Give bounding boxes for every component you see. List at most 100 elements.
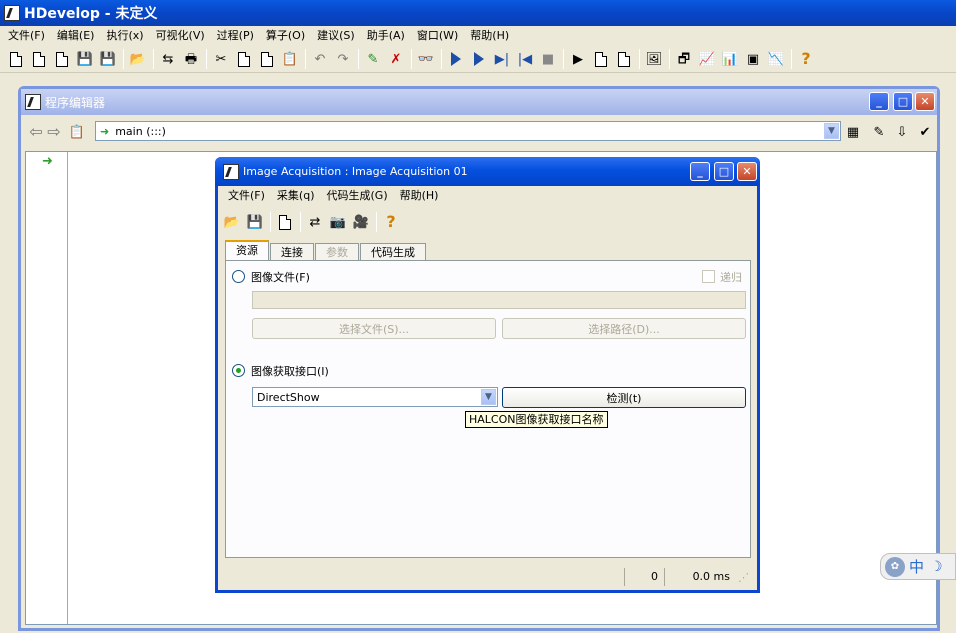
snap-camera-icon[interactable]: 📷 <box>328 212 348 232</box>
dialog-menu-codegen[interactable]: 代码生成(G) <box>321 187 394 205</box>
open-program-icon[interactable] <box>29 49 49 69</box>
close-button[interactable]: ✕ <box>915 92 935 111</box>
menu-edit[interactable]: 编辑(E) <box>51 27 101 45</box>
image-files-input[interactable] <box>252 291 746 309</box>
help-icon[interactable]: ? <box>796 49 816 69</box>
main-menubar: 文件(F) 编辑(E) 执行(x) 可视化(V) 过程(P) 算子(O) 建议(… <box>0 26 956 46</box>
image-info-icon[interactable]: 🗗 <box>674 49 694 69</box>
tab-connection[interactable]: 连接 <box>270 243 314 261</box>
choose-file-button[interactable]: 选择文件(S)... <box>252 318 496 339</box>
new-graphics-window-icon[interactable]: 🖼 <box>644 49 664 69</box>
save-icon[interactable]: 💾 <box>245 212 265 232</box>
chevron-down-icon[interactable]: ▼ <box>824 123 839 139</box>
menu-assistants[interactable]: 助手(A) <box>361 27 411 45</box>
menu-help[interactable]: 帮助(H) <box>464 27 515 45</box>
toolbar-separator <box>669 49 670 69</box>
dialog-close-button[interactable]: ✕ <box>737 162 757 181</box>
zoom-window-icon[interactable]: ▣ <box>743 49 763 69</box>
resources-panel: 图像文件(F) 递归 选择文件(S)... 选择路径(D)... 图像获取接口(… <box>225 260 751 558</box>
ime-moon-icon[interactable]: ☽ <box>930 559 943 575</box>
status-time: 0.0 ms <box>664 568 736 586</box>
menu-operators[interactable]: 算子(O) <box>260 27 311 45</box>
step-out-icon[interactable] <box>591 49 611 69</box>
calendar-icon[interactable]: ▦ <box>843 122 863 142</box>
acq-interface-radio[interactable] <box>232 364 245 377</box>
choose-path-button[interactable]: 选择路径(D)... <box>502 318 746 339</box>
export-icon[interactable]: ⇆ <box>158 49 178 69</box>
tab-resources[interactable]: 资源 <box>225 240 269 261</box>
interface-value: DirectShow <box>257 390 320 404</box>
find-icon[interactable]: 👓 <box>416 49 436 69</box>
hdevelop-app-icon <box>4 5 20 21</box>
menu-window[interactable]: 窗口(W) <box>411 27 464 45</box>
run-icon[interactable] <box>446 49 466 69</box>
tab-parameters[interactable]: 参数 <box>315 243 359 261</box>
copy-icon[interactable] <box>234 49 254 69</box>
save-all-icon[interactable]: 💾 <box>98 49 118 69</box>
maximize-button[interactable]: □ <box>893 92 913 111</box>
dialog-menu-help[interactable]: 帮助(H) <box>394 187 445 205</box>
deactivate-line-icon[interactable]: ✗ <box>386 49 406 69</box>
dialog-tabs: 资源 连接 参数 代码生成 <box>225 240 427 261</box>
interface-select[interactable]: DirectShow ▼ <box>252 387 498 407</box>
procedure-select[interactable]: ➜ main (:::) ▼ <box>95 121 841 141</box>
dialog-menu-file[interactable]: 文件(F) <box>222 187 271 205</box>
check-procedure-icon[interactable]: ✔ <box>915 122 935 142</box>
chevron-down-icon[interactable]: ▼ <box>481 389 496 405</box>
live-video-icon[interactable]: 🎥 <box>351 212 371 232</box>
line-profile-icon[interactable]: 📊 <box>720 49 740 69</box>
open-folder-icon[interactable]: 📂 <box>222 212 242 232</box>
toolbar-separator <box>153 49 154 69</box>
open-recent-icon[interactable] <box>52 49 72 69</box>
help-icon[interactable]: ? <box>381 212 401 232</box>
edit-procedure-icon[interactable]: ✎ <box>869 122 889 142</box>
ime-logo-icon[interactable]: ✿ <box>885 556 905 577</box>
redo-icon[interactable]: ↷ <box>333 49 353 69</box>
histogram-icon[interactable]: 📈 <box>697 49 717 69</box>
ime-mode[interactable]: 中 <box>909 556 924 577</box>
run-to-insert-icon[interactable] <box>469 49 489 69</box>
menu-procedures[interactable]: 过程(P) <box>211 27 260 45</box>
insert-procedure-icon[interactable]: ⇩ <box>892 122 912 142</box>
detect-button[interactable]: 检测(t) <box>502 387 746 408</box>
toolbar-separator <box>376 212 377 232</box>
reset-program-icon[interactable] <box>614 49 634 69</box>
menu-execute[interactable]: 执行(x) <box>100 27 149 45</box>
activate-line-icon[interactable]: ✎ <box>363 49 383 69</box>
toolbar-separator <box>123 49 124 69</box>
connect-icon[interactable]: ⇄ <box>305 212 325 232</box>
dialog-menu-acquire[interactable]: 采集(q) <box>271 187 321 205</box>
image-files-radio[interactable] <box>232 270 245 283</box>
tab-code-generation[interactable]: 代码生成 <box>360 243 426 261</box>
undo-icon[interactable]: ↶ <box>310 49 330 69</box>
dialog-maximize-button[interactable]: □ <box>714 162 734 181</box>
program-counter-icon: ➜ <box>42 154 53 169</box>
step-forward-icon[interactable]: ▶ <box>568 49 588 69</box>
paste-icon[interactable]: 📋 <box>280 49 300 69</box>
procedure-list-icon[interactable]: 📋 <box>67 122 87 142</box>
resize-grip-icon[interactable]: ⋰ <box>738 571 749 584</box>
open-folder-icon[interactable]: 📂 <box>128 49 148 69</box>
menu-visualize[interactable]: 可视化(V) <box>150 27 211 45</box>
main-title-bar: HDevelop - 未定义 <box>0 0 956 26</box>
menu-file[interactable]: 文件(F) <box>2 27 51 45</box>
menu-suggestions[interactable]: 建议(S) <box>311 27 361 45</box>
forward-arrow-icon[interactable]: ⇨ <box>45 123 63 141</box>
recursive-checkbox[interactable] <box>702 270 715 283</box>
feature-histogram-icon[interactable]: 📉 <box>766 49 786 69</box>
new-program-icon[interactable] <box>6 49 26 69</box>
duplicate-icon[interactable] <box>257 49 277 69</box>
back-arrow-icon[interactable]: ⇦ <box>27 123 45 141</box>
acq-interface-label: 图像获取接口(I) <box>251 365 329 378</box>
print-icon[interactable]: 🖶 <box>181 49 201 69</box>
dialog-minimize-button[interactable]: _ <box>690 162 710 181</box>
ime-toolbar[interactable]: ✿ 中 ☽ <box>880 553 956 580</box>
step-into-icon[interactable]: |◀ <box>515 49 535 69</box>
step-over-icon[interactable]: ▶| <box>492 49 512 69</box>
minimize-button[interactable]: _ <box>869 92 889 111</box>
dialog-toolbar: 📂 💾 ⇄ 📷 🎥 ? <box>218 208 757 236</box>
insert-code-icon[interactable] <box>275 212 295 232</box>
cut-icon[interactable]: ✂ <box>211 49 231 69</box>
stop-icon[interactable]: ■ <box>538 49 558 69</box>
save-icon[interactable]: 💾 <box>75 49 95 69</box>
